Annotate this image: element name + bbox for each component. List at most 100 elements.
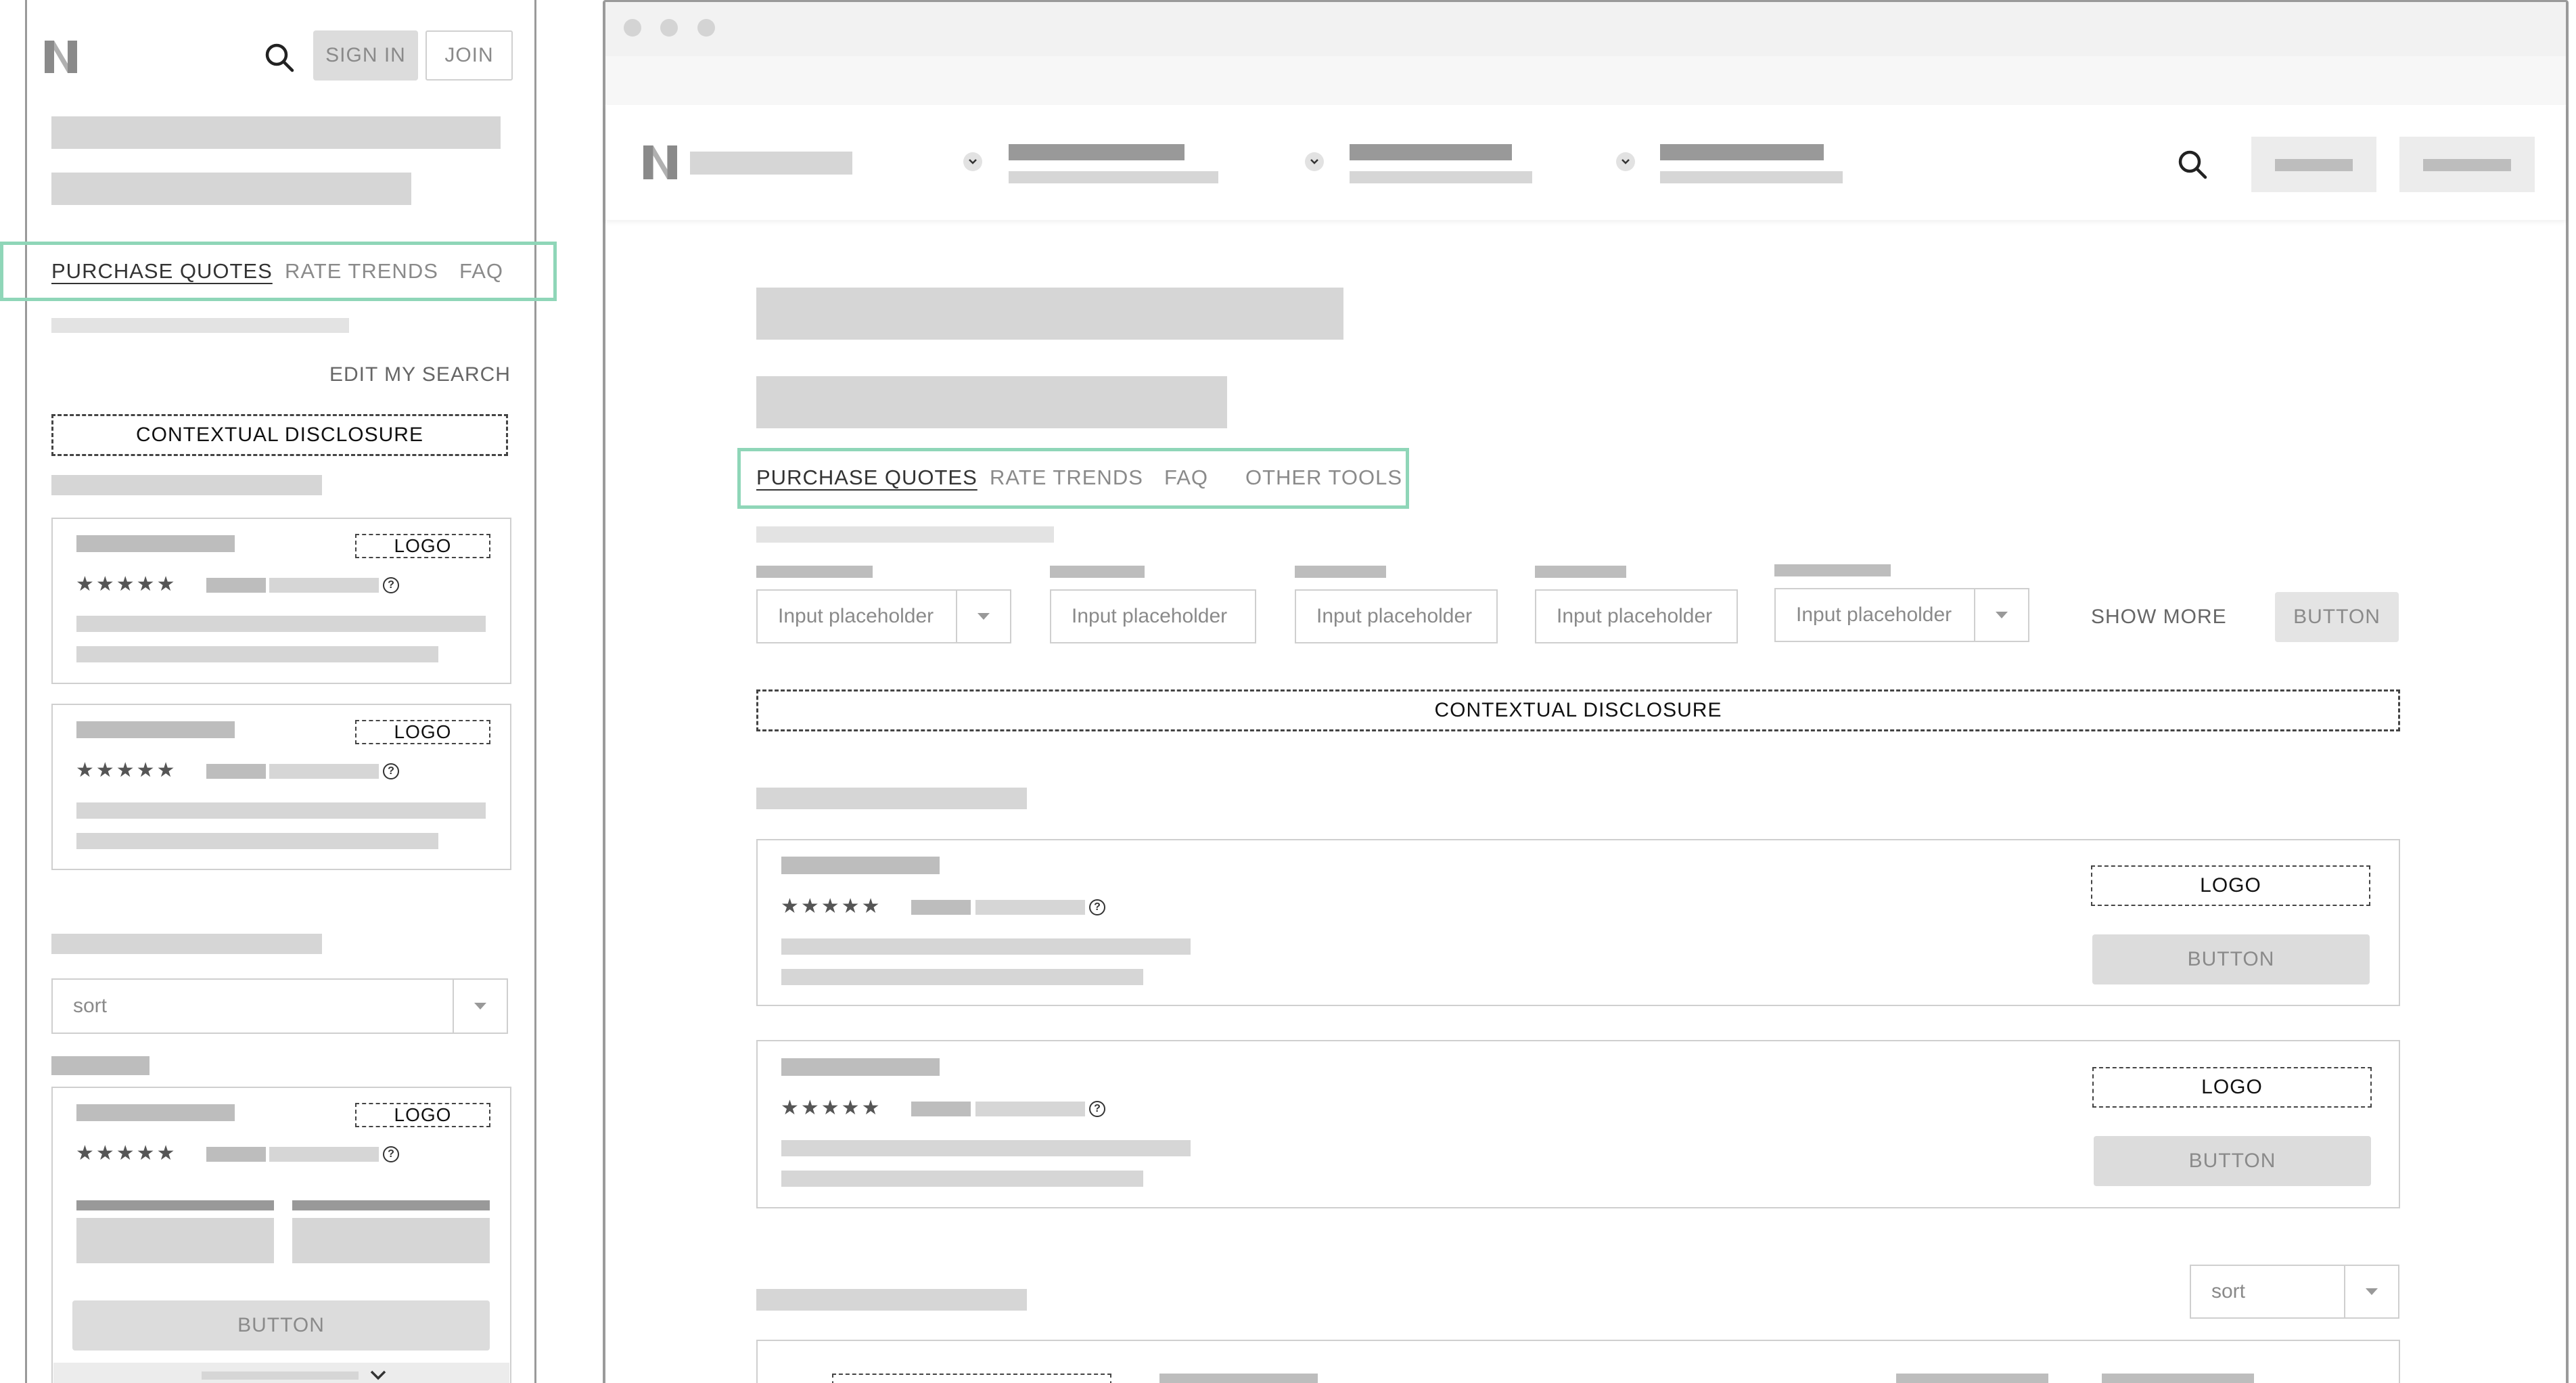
filter-input-5[interactable]: Input placeholder (1774, 588, 2029, 642)
desktop-search-icon[interactable] (2177, 149, 2208, 180)
mobile-card-logo: LOGO (355, 534, 490, 558)
desktop-brand-name-placeholder (690, 152, 852, 175)
mobile-card-help-icon[interactable]: ? (383, 577, 399, 593)
desktop-nav-sub-placeholder (1009, 171, 1218, 183)
desktop-nav-sub-placeholder (1350, 171, 1532, 183)
mobile-card-title-placeholder (76, 535, 235, 552)
desktop-card-button[interactable]: BUTTON (2092, 934, 2370, 984)
desktop-nav-item-placeholder[interactable] (1350, 144, 1512, 160)
desktop-partial-card-detail-placeholder (2102, 1374, 2254, 1383)
mobile-card-line-placeholder (76, 616, 486, 632)
mobile-title-placeholder (51, 116, 501, 149)
mobile-card-line-placeholder (76, 646, 438, 662)
filter-placeholder-text: Input placeholder (1557, 605, 1713, 627)
desktop-nav-sub-placeholder (1660, 171, 1843, 183)
desktop-tab-faq[interactable]: FAQ (1164, 466, 1208, 490)
filter-placeholder-text: Input placeholder (1796, 604, 1952, 626)
mobile-card-help-icon[interactable]: ? (383, 1146, 399, 1162)
desktop-card-line-placeholder (781, 938, 1191, 955)
desktop-partial-card-logo (832, 1374, 1111, 1383)
chevron-down-icon[interactable] (963, 152, 982, 171)
desktop-tab-other-tools[interactable]: OTHER TOOLS (1245, 466, 1402, 490)
desktop-card-title-placeholder (781, 857, 940, 874)
filter-input-2[interactable]: Input placeholder (1050, 589, 1256, 643)
chevron-down-icon[interactable] (1616, 152, 1635, 171)
desktop-subtitle-placeholder (756, 376, 1227, 428)
show-more-link[interactable]: SHOW MORE (2091, 606, 2227, 629)
mobile-tab-rate-trends[interactable]: RATE TRENDS (285, 259, 438, 284)
filter-input-3[interactable]: Input placeholder (1295, 589, 1498, 643)
desktop-sort-value: sort (2211, 1280, 2246, 1302)
mobile-card-reviews-placeholder (269, 1147, 379, 1162)
mobile-card-rating-stars: ★★★★★ (76, 573, 177, 595)
mobile-card-logo: LOGO (355, 1103, 490, 1127)
mobile-logo[interactable] (45, 41, 77, 73)
desktop-card-reviews-placeholder (975, 900, 1085, 915)
desktop-partial-card-detail-placeholder (1896, 1374, 2048, 1383)
mobile-card-rating-stars: ★★★★★ (76, 1142, 177, 1164)
mobile-card-title-placeholder (76, 1104, 235, 1121)
desktop-card-rating-placeholder (911, 1102, 971, 1116)
filter-input-4[interactable]: Input placeholder (1535, 589, 1738, 643)
desktop-card-rating-stars: ★★★★★ (781, 1097, 882, 1119)
filter-submit-button[interactable]: BUTTON (2275, 592, 2399, 642)
desktop-card-logo: LOGO (2091, 865, 2370, 906)
mobile-card-logo: LOGO (355, 720, 490, 744)
mobile-edit-search-link[interactable]: EDIT MY SEARCH (329, 363, 511, 386)
brand-logo-icon (45, 41, 77, 73)
browser-maximize-dot[interactable] (697, 19, 715, 37)
mobile-join-button[interactable]: JOIN (426, 30, 513, 81)
desktop-tab-rate-trends[interactable]: RATE TRENDS (990, 466, 1143, 490)
filter-label-placeholder (1050, 566, 1145, 578)
mobile-card-button[interactable]: BUTTON (72, 1300, 490, 1351)
mobile-card-expand-placeholder (202, 1371, 359, 1380)
filter-label-placeholder (1295, 566, 1386, 578)
browser-close-dot[interactable] (624, 19, 641, 37)
mobile-card-detail-label-placeholder (292, 1200, 490, 1210)
mobile-card-reviews-placeholder (269, 578, 379, 593)
desktop-nav-item-placeholder[interactable] (1009, 144, 1184, 160)
mobile-sign-in-button[interactable]: SIGN IN (313, 30, 418, 81)
mobile-card-reviews-placeholder (269, 764, 379, 779)
chevron-down-icon[interactable] (369, 1368, 388, 1383)
mobile-tab-purchase-quotes[interactable]: PURCHASE QUOTES (51, 259, 273, 284)
desktop-card-help-icon[interactable]: ? (1089, 1101, 1105, 1117)
desktop-contextual-disclosure: CONTEXTUAL DISCLOSURE (756, 689, 2400, 731)
browser-address-bar[interactable] (605, 56, 2566, 105)
mobile-search-icon[interactable] (264, 42, 295, 73)
mobile-tab-faq[interactable]: FAQ (459, 259, 503, 284)
mobile-card-detail-label-placeholder (76, 1200, 274, 1210)
desktop-card-logo: LOGO (2092, 1067, 2372, 1108)
desktop-sort-select[interactable]: sort (2190, 1265, 2399, 1319)
mobile-card-rating-stars: ★★★★★ (76, 759, 177, 781)
mobile-card-title-placeholder (76, 721, 235, 738)
mobile-card-help-icon[interactable]: ? (383, 763, 399, 779)
mobile-card-rating-placeholder (206, 764, 266, 779)
filter-label-placeholder (1535, 566, 1626, 578)
desktop-card-button[interactable]: BUTTON (2094, 1136, 2371, 1186)
browser-minimize-dot[interactable] (660, 19, 678, 37)
desktop-nav-item-placeholder[interactable] (1660, 144, 1824, 160)
mobile-sort-value: sort (73, 995, 108, 1017)
desktop-card-help-icon[interactable]: ? (1089, 899, 1105, 915)
chevron-down-icon (956, 591, 1010, 642)
desktop-tab-purchase-quotes[interactable]: PURCHASE QUOTES (756, 466, 978, 490)
mobile-sort-select[interactable]: sort (51, 978, 508, 1034)
desktop-section-heading-placeholder (756, 1289, 1027, 1311)
desktop-title-placeholder (756, 288, 1343, 340)
desktop-logo[interactable] (643, 145, 677, 179)
desktop-section-heading-placeholder (756, 788, 1027, 809)
desktop-join-button[interactable] (2399, 137, 2535, 192)
filter-placeholder-text: Input placeholder (1316, 605, 1473, 627)
filter-input-1[interactable]: Input placeholder (756, 589, 1011, 643)
chevron-down-icon[interactable] (1305, 152, 1324, 171)
filter-label-placeholder (1774, 564, 1891, 576)
mobile-subtitle-placeholder (51, 173, 411, 205)
desktop-sign-in-button[interactable] (2251, 137, 2376, 192)
mobile-summary-placeholder (51, 318, 349, 333)
mobile-count-placeholder (51, 1056, 150, 1075)
mobile-card-rating-placeholder (206, 578, 266, 593)
join-label-placeholder (2423, 159, 2511, 171)
sign-in-label-placeholder (2275, 159, 2353, 171)
mobile-card-rating-placeholder (206, 1147, 266, 1162)
